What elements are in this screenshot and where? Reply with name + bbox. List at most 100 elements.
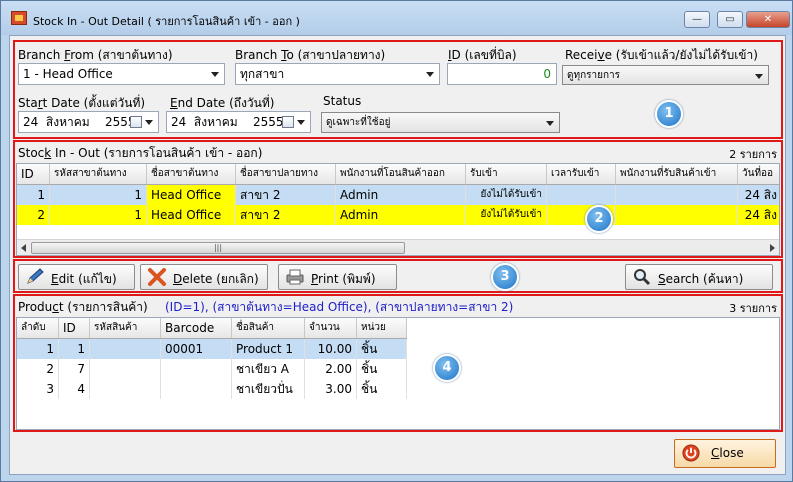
section-badge-4: 4 xyxy=(433,354,461,382)
chevron-down-icon xyxy=(546,121,554,126)
stock-grid[interactable]: ID รหัสสาขาต้นทาง ชื่อสาขาต้นทาง ชื่อสาข… xyxy=(16,163,780,256)
search-button[interactable]: Search (ค้นหา) xyxy=(625,264,773,290)
section-badge-1: 1 xyxy=(655,100,683,128)
section-badge-2: 2 xyxy=(585,205,613,233)
col-seq[interactable]: ลำดับ xyxy=(17,318,59,338)
product-grid[interactable]: ลำดับ ID รหัสสินค้า Barcode ชื่อสินค้า จ… xyxy=(16,317,780,430)
cell-unit: ชิ้น xyxy=(357,379,407,399)
cell-product-name: ชาเขียวปั่น xyxy=(232,379,305,399)
cell-product-name: Product 1 xyxy=(232,339,305,359)
cell-barcode xyxy=(161,359,232,379)
power-icon xyxy=(682,444,700,462)
table-row[interactable]: 2 7 ชาเขียว A 2.00 ชิ้น xyxy=(17,359,407,379)
col-unit[interactable]: หน่วย xyxy=(357,318,407,338)
col-from-name[interactable]: ชื่อสาขาต้นทาง xyxy=(147,164,236,184)
cell-unit: ชิ้น xyxy=(357,339,407,359)
printer-icon xyxy=(286,269,304,285)
calendar-icon xyxy=(130,116,142,128)
col-recv-emp[interactable]: พนักงานที่รับสินค้าเข้า xyxy=(616,164,738,184)
cell-unit: ชิ้น xyxy=(357,359,407,379)
col-barcode[interactable]: Barcode xyxy=(161,318,232,338)
col-id[interactable]: ID xyxy=(17,164,50,184)
col-product-id[interactable]: ID xyxy=(59,318,90,338)
table-row[interactable]: 1 1 Head Office สาขา 2 Admin ยังไม่ได้รั… xyxy=(17,185,779,205)
col-to-name[interactable]: ชื่อสาขาปลายทาง xyxy=(236,164,336,184)
chevron-down-icon xyxy=(426,72,434,77)
cell-date: 24 สิง xyxy=(744,208,777,222)
cell-product-code xyxy=(90,359,161,379)
cell-received: ยังไม่ได้รับเข้า xyxy=(466,205,547,225)
status-label: Status xyxy=(323,94,362,108)
window-title: Stock In - Out Detail ( รายการโอนสินค้า … xyxy=(33,15,300,28)
chevron-down-icon xyxy=(297,120,305,125)
chevron-down-icon xyxy=(755,74,763,79)
stock-panel: Stock In - Out (รายการโอนสินค้า เข้า - อ… xyxy=(13,140,783,258)
cell-to-name: สาขา 2 xyxy=(236,205,336,225)
table-row[interactable]: 2 1 Head Office สาขา 2 Admin ยังไม่ได้รั… xyxy=(17,205,779,225)
col-date[interactable]: วันที่ออ xyxy=(738,164,779,184)
maximize-button[interactable]: ▭ xyxy=(717,11,743,28)
cell-seq: 3 xyxy=(17,379,59,399)
section-badge-3: 3 xyxy=(491,263,519,291)
branch-from-combo[interactable]: 1 - Head Office xyxy=(18,63,225,85)
cell-from-name: Head Office xyxy=(147,205,236,225)
col-qty[interactable]: จำนวน xyxy=(305,318,357,338)
table-row[interactable]: 3 4 ชาเขียวปั่น 3.00 ชิ้น xyxy=(17,379,407,399)
cell-product-code xyxy=(90,339,161,359)
col-received[interactable]: รับเข้า xyxy=(466,164,547,184)
col-from-code[interactable]: รหัสสาขาต้นทาง xyxy=(50,164,147,184)
scroll-right-icon[interactable] xyxy=(770,244,775,252)
client-area: Branch From (สาขาต้นทาง) 1 - Head Office… xyxy=(9,35,786,475)
minimize-button[interactable]: — xyxy=(684,11,710,28)
cell-received: ยังไม่ได้รับเข้า xyxy=(466,185,547,205)
cell-product-name: ชาเขียว A xyxy=(232,359,305,379)
col-product-code[interactable]: รหัสสินค้า xyxy=(90,318,161,338)
cell-seq: 1 xyxy=(17,339,59,359)
cell-qty: 2.00 xyxy=(305,359,357,379)
cell-from-code: 1 xyxy=(50,205,147,225)
close-button[interactable]: Close xyxy=(674,439,776,468)
col-product-name[interactable]: ชื่อสินค้า xyxy=(232,318,305,338)
branch-to-combo[interactable]: ทุกสาขา xyxy=(235,63,440,85)
col-recv-time[interactable]: เวลารับเข้า xyxy=(547,164,616,184)
calendar-icon xyxy=(282,116,294,128)
col-employee[interactable]: พนักงานที่โอนสินค้าออก xyxy=(336,164,466,184)
filter-panel: Branch From (สาขาต้นทาง) 1 - Head Office… xyxy=(13,40,783,139)
cell-product-id: 1 xyxy=(59,339,90,359)
scroll-thumb[interactable]: ||| xyxy=(31,242,405,254)
action-panel: Edit (แก้ไข) Delete (ยกเลิก) Print (พิมพ… xyxy=(13,259,783,293)
title-bar[interactable]: Stock In - Out Detail ( รายการโอนสินค้า … xyxy=(1,1,792,35)
end-date-picker[interactable]: 24 สิงหาคม 2555 xyxy=(166,111,311,133)
cell-seq: 2 xyxy=(17,359,59,379)
print-button[interactable]: Print (พิมพ์) xyxy=(278,264,397,290)
edit-button[interactable]: Edit (แก้ไข) xyxy=(18,264,135,290)
stock-grid-title: Stock In - Out (รายการโอนสินค้า เข้า - อ… xyxy=(18,146,263,160)
stock-grid-header: ID รหัสสาขาต้นทาง ชื่อสาขาต้นทาง ชื่อสาข… xyxy=(17,164,779,185)
cell-from-name: Head Office xyxy=(147,185,236,205)
stock-count: 2 รายการ xyxy=(729,148,777,161)
id-input[interactable]: 0 xyxy=(447,63,557,85)
cell-qty: 3.00 xyxy=(305,379,357,399)
cell-date: 24 สิง xyxy=(744,188,777,202)
pencil-icon xyxy=(27,268,44,284)
receive-label: Receive (รับเข้าแล้ว/ยังไม่ได้รับเข้า) xyxy=(565,48,758,62)
app-icon xyxy=(11,11,27,25)
window-close-button[interactable]: ✕ xyxy=(746,11,790,28)
cell-recv-emp xyxy=(616,205,738,225)
chevron-down-icon xyxy=(145,120,153,125)
cell-id: 2 xyxy=(17,205,50,225)
cell-employee: Admin xyxy=(336,205,466,225)
cell-recv-emp xyxy=(616,185,738,205)
receive-combo[interactable]: ดูทุกรายการ xyxy=(562,65,769,85)
product-panel: Product (รายการสินค้า) (ID=1), (สาขาต้นท… xyxy=(13,294,783,432)
cell-id: 1 xyxy=(17,185,50,205)
scroll-left-icon[interactable] xyxy=(21,244,26,252)
delete-button[interactable]: Delete (ยกเลิก) xyxy=(140,264,268,290)
table-row[interactable]: 1 1 00001 Product 1 10.00 ชิ้น xyxy=(17,339,407,359)
cell-barcode: 00001 xyxy=(161,339,232,359)
status-combo[interactable]: ดูเฉพาะที่ใช้อยู่ xyxy=(321,112,560,133)
cell-from-code: 1 xyxy=(50,185,147,205)
delete-x-icon xyxy=(148,268,166,286)
start-date-picker[interactable]: 24 สิงหาคม 2555 xyxy=(18,111,159,133)
stock-grid-hscroll[interactable]: ||| xyxy=(17,239,779,255)
